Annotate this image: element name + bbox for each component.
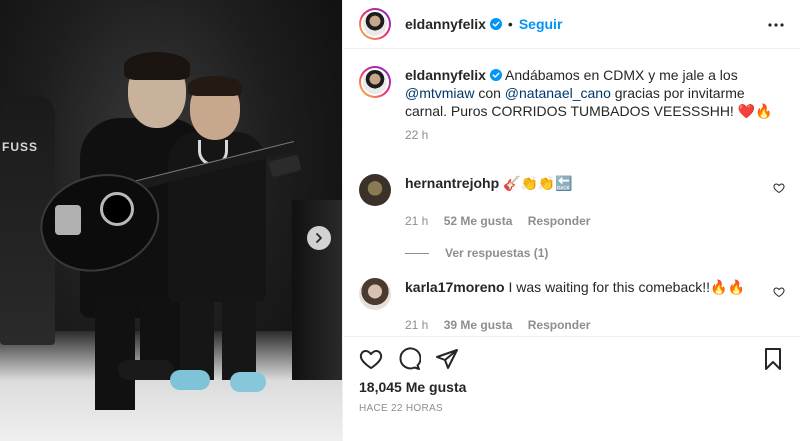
comment-username[interactable]: hernantrejohp [405, 175, 499, 191]
instagram-post: FUSS eldannyfelix • Seguir eldannyfelix … [0, 0, 800, 441]
guitar-soundhole [100, 192, 134, 226]
person-left-leg [95, 300, 135, 410]
reply-button[interactable]: Responder [528, 318, 591, 332]
caption-text-part: Andábamos en CDMX y me jale a los [505, 67, 738, 83]
author-avatar[interactable] [359, 8, 391, 40]
person-right-shoe [170, 370, 210, 390]
replies-divider [405, 252, 429, 254]
comment-text: karla17moreno I was waiting for this com… [405, 278, 783, 310]
like-comment-heart-icon[interactable] [773, 182, 785, 194]
comment-item: hernantrejohp 🎸👏👏🔙 [359, 174, 785, 206]
person-right-shoe [230, 372, 266, 392]
separator-dot: • [507, 16, 513, 32]
author-username[interactable]: eldannyfelix [405, 16, 486, 32]
caption-username[interactable]: eldannyfelix [405, 67, 486, 83]
guitar-decal [55, 205, 81, 235]
comment-time[interactable]: 21 h [405, 214, 428, 228]
commenter-avatar[interactable] [359, 278, 391, 310]
follow-button[interactable]: Seguir [519, 16, 563, 32]
action-icons [359, 343, 785, 375]
comment-time[interactable]: 21 h [405, 318, 428, 332]
share-icon[interactable] [435, 347, 459, 371]
post-header: eldannyfelix • Seguir [343, 0, 800, 49]
comment-likes[interactable]: 39 Me gusta [444, 318, 513, 332]
comment-likes[interactable]: 52 Me gusta [444, 214, 513, 228]
view-replies-button[interactable]: Ver respuestas (1) [405, 246, 785, 260]
comments-section: eldannyfelix Andábamos en CDMX y me jale… [343, 50, 800, 336]
guitar-headstock [268, 154, 302, 178]
person-left-shoe [118, 360, 174, 380]
comment-icon[interactable] [397, 347, 421, 371]
comment-meta: 21 h 39 Me gusta Responder [405, 318, 785, 332]
next-arrow-icon [316, 233, 322, 243]
next-photo-button[interactable] [307, 226, 331, 250]
person-right-hair [188, 76, 242, 96]
heart-icon[interactable] [359, 347, 383, 371]
shirt-text: FUSS [2, 140, 39, 154]
verified-icon [489, 69, 502, 81]
comment-body: 🎸👏👏🔙 [503, 175, 573, 191]
verified-icon [489, 18, 502, 30]
save-icon[interactable] [761, 347, 785, 371]
mention-link[interactable]: @natanael_cano [505, 85, 611, 101]
post-photo[interactable]: FUSS [0, 0, 342, 441]
caption: eldannyfelix Andábamos en CDMX y me jale… [359, 66, 785, 156]
caption-meta: 22 h [405, 128, 785, 142]
person-right-leg [222, 290, 256, 380]
caption-time[interactable]: 22 h [405, 128, 428, 142]
comment-item: karla17moreno I was waiting for this com… [359, 278, 785, 310]
caption-author-avatar[interactable] [359, 66, 391, 98]
view-replies-label: Ver respuestas (1) [445, 246, 549, 260]
post-timestamp[interactable]: HACE 22 HORAS [359, 403, 785, 414]
likes-count[interactable]: 18,045 Me gusta [359, 379, 785, 395]
caption-text-part: con [474, 85, 505, 101]
comment-meta: 21 h 52 Me gusta Responder [405, 214, 785, 228]
caption-text: eldannyfelix Andábamos en CDMX y me jale… [405, 66, 783, 120]
comment-body: I was waiting for this comeback!!🔥🔥 [508, 279, 745, 295]
comment-username[interactable]: karla17moreno [405, 279, 505, 295]
mention-link[interactable]: @mtvmiaw [405, 85, 474, 101]
commenter-avatar[interactable] [359, 174, 391, 206]
person-left-hair [124, 52, 190, 80]
more-options-icon[interactable] [767, 16, 785, 34]
post-details-pane: eldannyfelix • Seguir eldannyfelix Andáb… [342, 0, 800, 441]
reply-button[interactable]: Responder [528, 214, 591, 228]
post-actions: 18,045 Me gusta HACE 22 HORAS [343, 336, 800, 414]
person-right-leg [180, 290, 214, 380]
like-comment-heart-icon[interactable] [773, 286, 785, 298]
comment-text: hernantrejohp 🎸👏👏🔙 [405, 174, 783, 206]
